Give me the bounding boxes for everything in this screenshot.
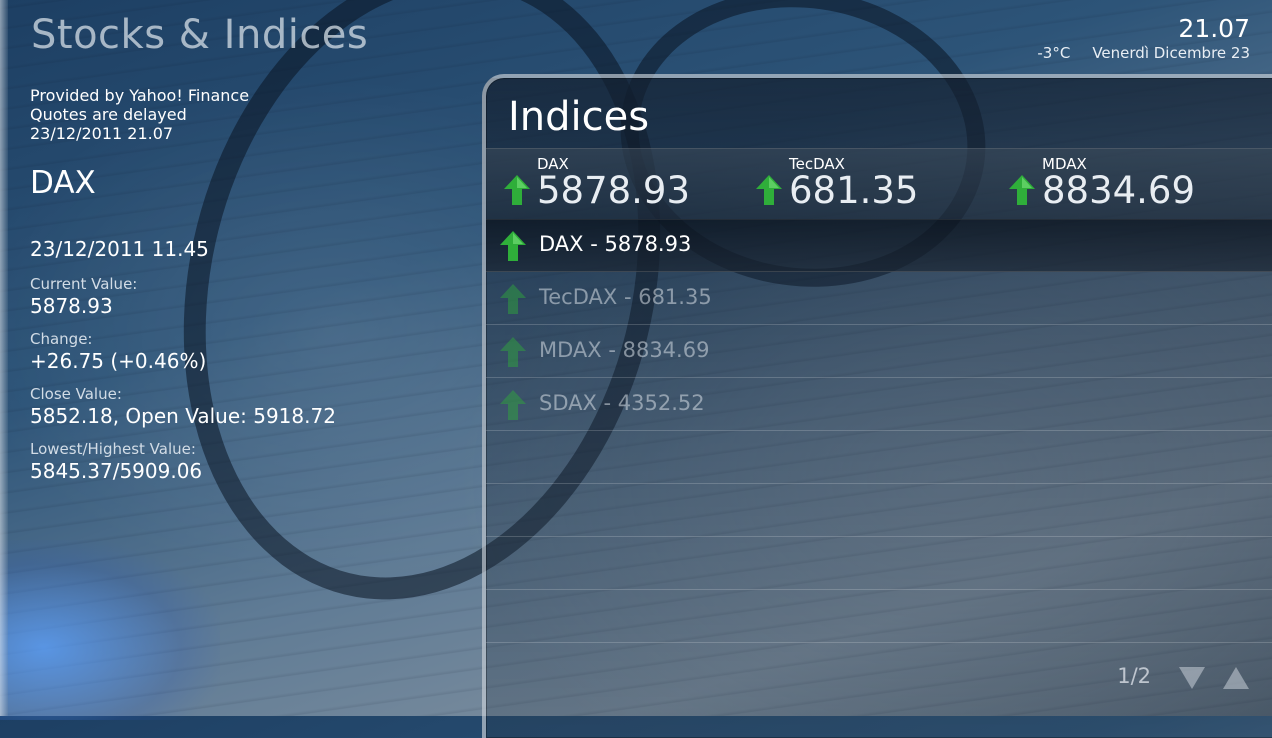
change-value: +26.75 (+0.46%) [30,349,207,373]
close-open-value: 5852.18, Open Value: 5918.72 [30,404,336,428]
up-arrow-icon [500,390,526,420]
update-timestamp: 23/12/2011 21.07 [30,124,174,143]
list-item-tecdax[interactable]: TecDAX - 681.35 [486,272,1272,325]
up-arrow-icon [1009,175,1035,205]
list-item-mdax[interactable]: MDAX - 8834.69 [486,325,1272,378]
up-arrow-icon [500,284,526,314]
list-item-empty [486,484,1272,537]
close-value-label: Close Value: [30,385,122,403]
page-indicator: 1/2 [1117,664,1151,688]
list-item-empty [486,431,1272,484]
current-value: 5878.93 [30,294,113,318]
page-down-arrow-icon[interactable] [1178,666,1206,690]
list-item-dax[interactable]: DAX - 5878.93 [486,219,1272,272]
list-item-label: MDAX - 8834.69 [539,338,710,362]
quote-timestamp: 23/12/2011 11.45 [30,237,209,261]
list-item-empty [486,590,1272,643]
provider-line: Provided by Yahoo! Finance [30,86,250,105]
low-high-value: 5845.37/5909.06 [30,459,203,483]
list-item-label: TecDAX - 681.35 [539,285,712,309]
ticker-strip: DAX 5878.93 TecDAX 681.35 MDAX 8834.69 [486,148,1272,220]
left-edge-frame [0,0,8,716]
list-item-label: DAX - 5878.93 [539,232,692,256]
indices-panel: Indices DAX 5878.93 TecDAX 681.35 MDAX 8… [482,74,1272,738]
app-title: Stocks & Indices [31,12,369,58]
list-item-label: SDAX - 4352.52 [539,391,705,415]
current-value-label: Current Value: [30,275,138,293]
weather-date: -3°C Venerdì Dicembre 23 [1037,44,1250,62]
list-item-empty [486,537,1272,590]
ticker-value: 8834.69 [1042,169,1196,212]
current-date: Venerdì Dicembre 23 [1092,44,1250,62]
quote-details-panel: Provided by Yahoo! Finance Quotes are de… [30,86,450,483]
up-arrow-icon [756,175,782,205]
list-item-sdax[interactable]: SDAX - 4352.52 [486,378,1272,431]
clock-time: 21.07 [1178,14,1250,43]
up-arrow-icon [504,175,530,205]
selected-symbol: DAX [30,165,96,201]
low-high-label: Lowest/Highest Value: [30,440,196,458]
panel-title: Indices [508,94,650,140]
page-up-arrow-icon[interactable] [1222,666,1250,690]
up-arrow-icon [500,337,526,367]
ticker-value: 5878.93 [537,169,691,212]
indices-list: DAX - 5878.93 TecDAX - 681.35 MDAX - 883… [486,219,1272,643]
change-label: Change: [30,330,93,348]
ticker-value: 681.35 [789,169,919,212]
up-arrow-icon [500,231,526,261]
temperature: -3°C [1037,44,1071,62]
delay-notice: Quotes are delayed [30,105,187,124]
background-glow [0,540,220,720]
